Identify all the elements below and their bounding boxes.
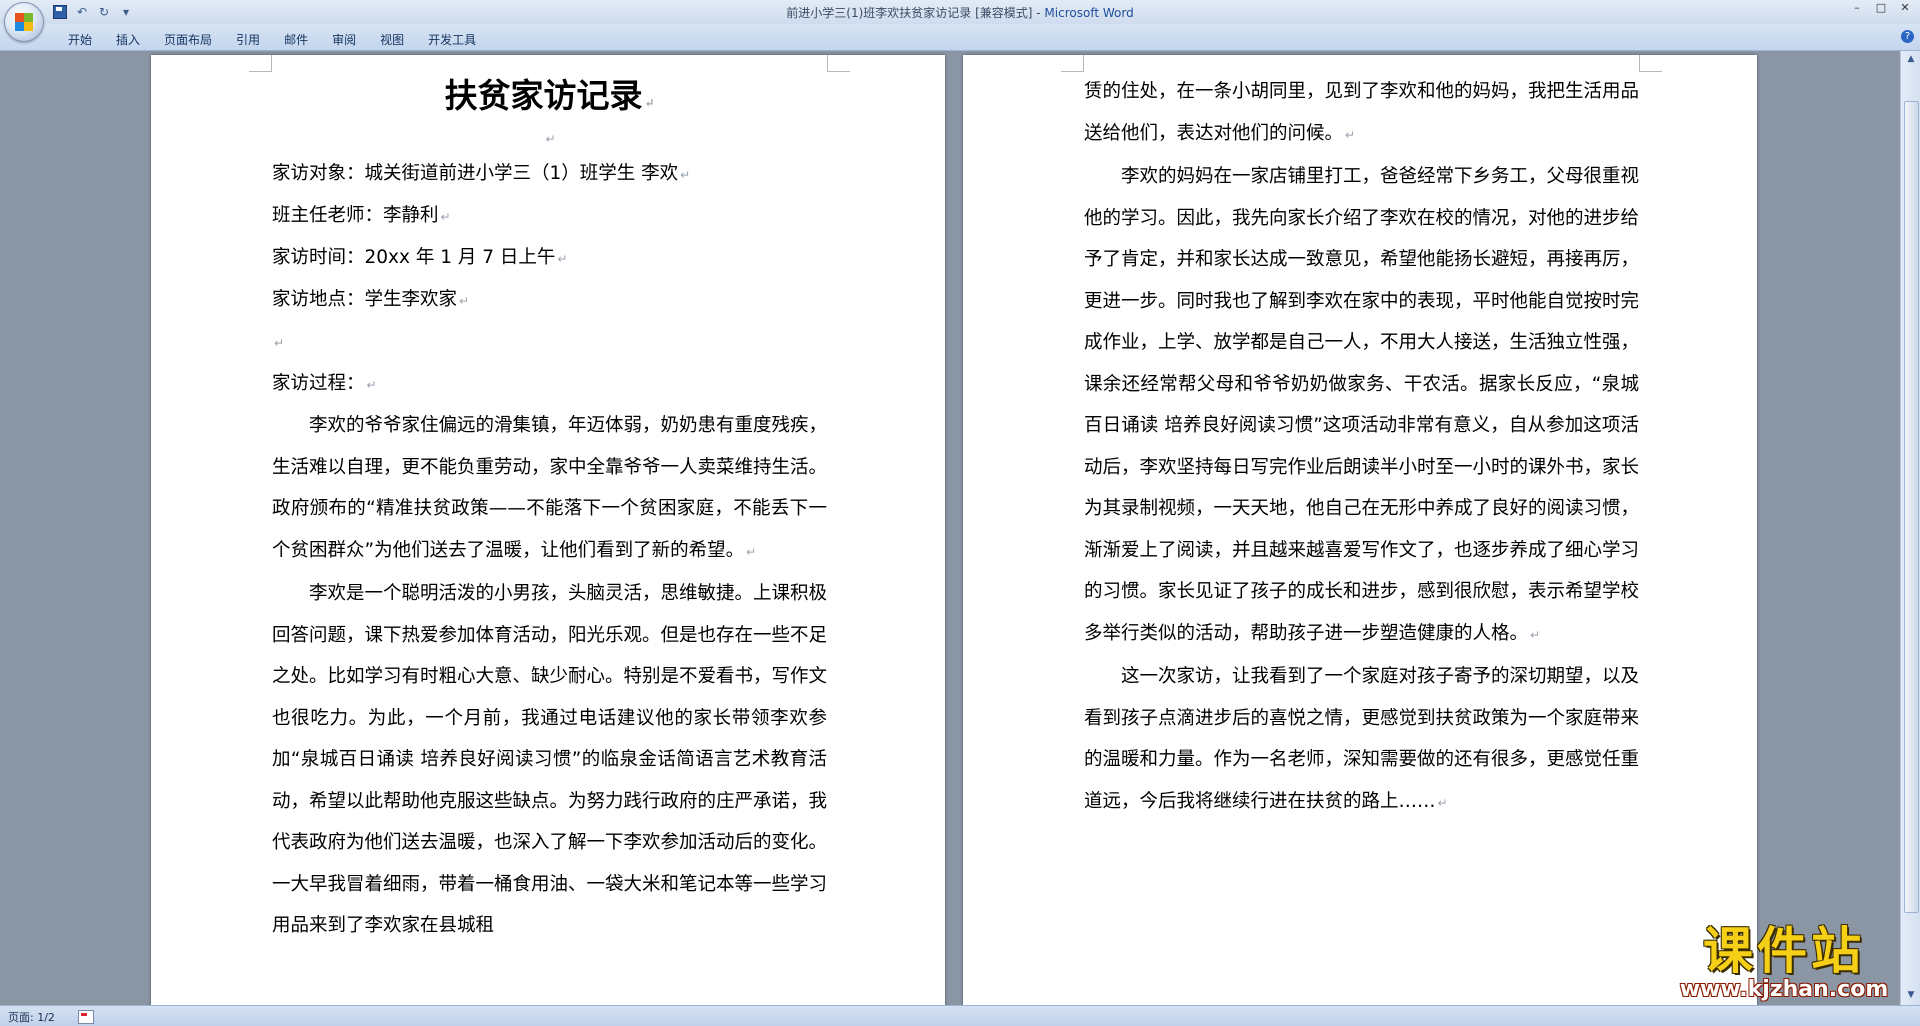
crop-mark <box>827 55 850 72</box>
empty-paragraph[interactable]: ↵ <box>272 123 827 153</box>
app-name: Microsoft Word <box>1044 6 1134 20</box>
minimize-button[interactable]: – <box>1846 1 1868 17</box>
watermark-title: 课件站 <box>1703 922 1865 980</box>
window-controls: – □ ✕ <box>1846 1 1916 17</box>
watermark-url: www.kjzhan.com <box>1679 977 1889 1002</box>
crop-mark <box>1061 55 1084 72</box>
body-paragraph[interactable]: 李欢的爷爷家住偏远的滑集镇，年迈体弱，奶奶患有重度残疾，生活难以自理，更不能负重… <box>272 405 827 573</box>
tab-view[interactable]: 视图 <box>368 27 416 52</box>
body-paragraph[interactable]: 这一次家访，让我看到了一个家庭对孩子寄予的深切期望，以及看到孩子点滴进步后的喜悦… <box>1084 656 1639 824</box>
tab-mailings[interactable]: 邮件 <box>272 27 320 52</box>
body-paragraph[interactable]: 李欢是一个聪明活泼的小男孩，头脑灵活，思维敏捷。上课积极回答问题，课下热爱参加体… <box>272 573 827 947</box>
document-title[interactable]: 扶贫家访记录 ↵ <box>272 69 827 123</box>
info-visit-target[interactable]: 家访对象：城关街道前进小学三（1）班学生 李欢 ↵ <box>272 153 827 195</box>
ribbon-tab-bar: 开始 插入 页面布局 引用 邮件 审阅 视图 开发工具 ? <box>0 24 1920 51</box>
document-name: 前进小学三(1)班李欢扶贫家访记录 [兼容模式] - <box>786 6 1045 20</box>
vertical-scrollbar[interactable]: ▲ ▼ <box>1900 51 1920 1005</box>
tab-review[interactable]: 审阅 <box>320 27 368 52</box>
maximize-button[interactable]: □ <box>1870 1 1892 17</box>
office-logo-icon <box>15 13 33 31</box>
page-1-content[interactable]: 扶贫家访记录 ↵ ↵ 家访对象：城关街道前进小学三（1）班学生 李欢 ↵ 班主任老师… <box>272 69 827 947</box>
window-title: 前进小学三(1)班李欢扶贫家访记录 [兼容模式] - Microsoft Wor… <box>0 4 1920 21</box>
empty-paragraph[interactable]: ↵ <box>272 321 827 363</box>
crop-mark <box>249 55 272 72</box>
page-2-content[interactable]: 赁的住处，在一条小胡同里，见到了李欢和他的妈妈，我把生活用品送给他们，表达对他们… <box>1084 71 1639 824</box>
office-button[interactable] <box>4 2 44 42</box>
tab-references[interactable]: 引用 <box>224 27 272 52</box>
help-icon[interactable]: ? <box>1901 30 1914 43</box>
tab-developer[interactable]: 开发工具 <box>416 27 488 52</box>
info-teacher[interactable]: 班主任老师：李静利 ↵ <box>272 195 827 237</box>
tab-insert[interactable]: 插入 <box>104 27 152 52</box>
body-paragraph[interactable]: 赁的住处，在一条小胡同里，见到了李欢和他的妈妈，我把生活用品送给他们，表达对他们… <box>1084 71 1639 156</box>
title-bar: ↶ ↻ ▾ 前进小学三(1)班李欢扶贫家访记录 [兼容模式] - Microso… <box>0 0 1920 42</box>
process-label[interactable]: 家访过程： ↵ <box>272 363 827 405</box>
info-visit-time[interactable]: 家访时间：20xx 年 1 月 7 日上午 ↵ <box>272 237 827 279</box>
scroll-up-icon[interactable]: ▲ <box>1904 53 1918 65</box>
tab-home[interactable]: 开始 <box>56 27 104 52</box>
tab-page-layout[interactable]: 页面布局 <box>152 27 224 52</box>
page-count-status[interactable]: 页面: 1/2 <box>8 1009 55 1025</box>
scroll-thumb[interactable] <box>1904 101 1919 913</box>
status-bar: 页面: 1/2 <box>0 1005 1920 1026</box>
document-area[interactable]: 扶贫家访记录 ↵ ↵ 家访对象：城关街道前进小学三（1）班学生 李欢 ↵ 班主任老师… <box>0 51 1898 1005</box>
macro-record-icon[interactable] <box>78 1010 94 1024</box>
page-2[interactable]: 赁的住处，在一条小胡同里，见到了李欢和他的妈妈，我把生活用品送给他们，表达对他们… <box>963 55 1757 1005</box>
close-button[interactable]: ✕ <box>1894 1 1916 17</box>
page-1[interactable]: 扶贫家访记录 ↵ ↵ 家访对象：城关街道前进小学三（1）班学生 李欢 ↵ 班主任老师… <box>151 55 945 1005</box>
crop-mark <box>1639 55 1662 72</box>
site-watermark: 课件站 www.kjzhan.com <box>1668 924 1900 1002</box>
body-paragraph[interactable]: 李欢的妈妈在一家店铺里打工，爸爸经常下乡务工，父母很重视他的学习。因此，我先向家… <box>1084 156 1639 656</box>
info-visit-place[interactable]: 家访地点：学生李欢家 ↵ <box>272 279 827 321</box>
scroll-down-icon[interactable]: ▼ <box>1904 989 1918 1001</box>
